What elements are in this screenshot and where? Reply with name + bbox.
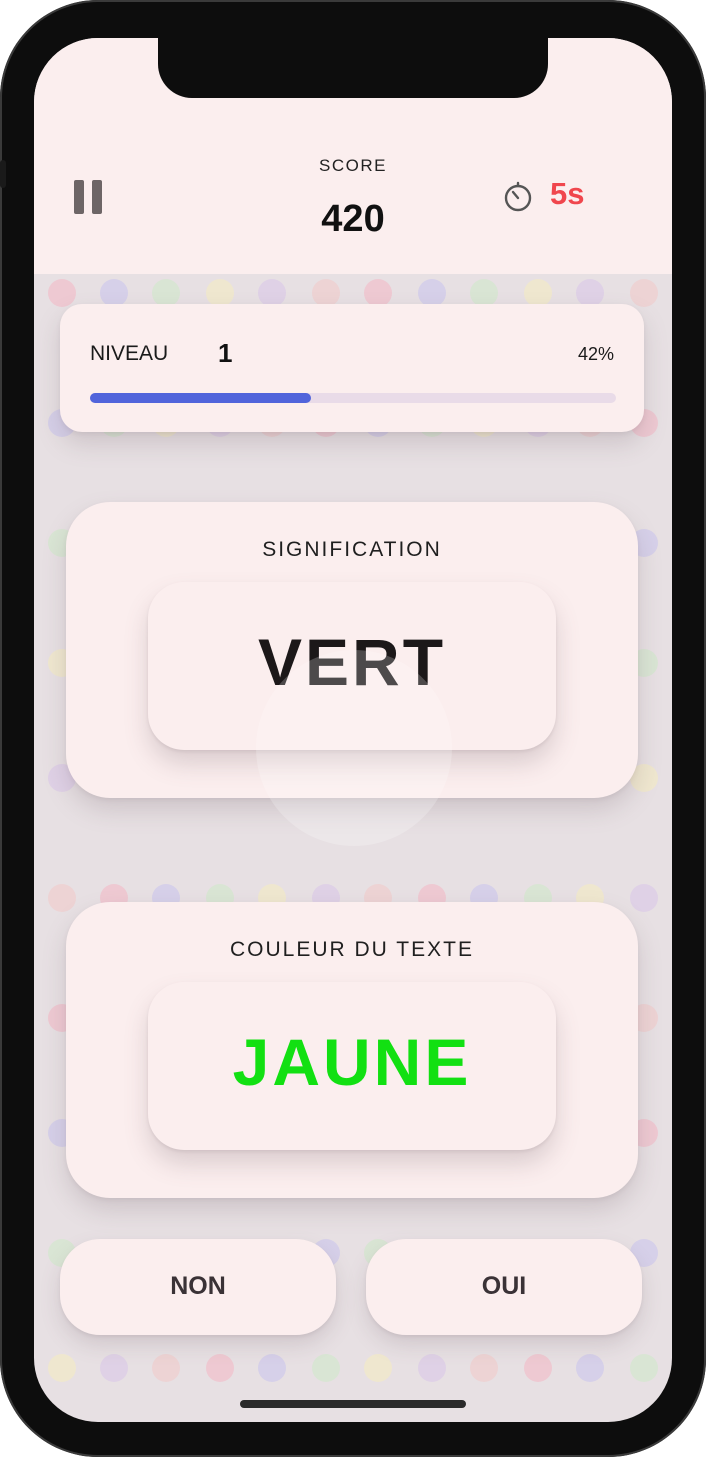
- app-screen: SCORE 420 5s NIVEAU 1 42% SIGNIFICATION …: [34, 38, 672, 1422]
- notch: [158, 38, 548, 98]
- background-dot: [206, 279, 234, 307]
- level-label: NIVEAU: [90, 342, 169, 365]
- text-color-title: COULEUR DU TEXTE: [230, 938, 474, 961]
- background-dot: [524, 279, 552, 307]
- color-word-box: JAUNE: [148, 982, 556, 1150]
- background-dot: [630, 279, 658, 307]
- meaning-title: SIGNIFICATION: [262, 538, 442, 561]
- score-label: SCORE: [319, 156, 387, 175]
- background-dot: [364, 279, 392, 307]
- background-dot: [576, 279, 604, 307]
- background-dot: [312, 1354, 340, 1382]
- background-dot: [630, 884, 658, 912]
- background-dot: [364, 1354, 392, 1382]
- background-dot: [206, 1354, 234, 1382]
- progress-fill: [90, 393, 311, 403]
- background-dot: [576, 1354, 604, 1382]
- home-indicator[interactable]: [240, 1400, 466, 1408]
- stopwatch-icon: [504, 181, 532, 212]
- background-dot: [470, 1354, 498, 1382]
- timer-value: 5s: [550, 176, 585, 211]
- background-dot: [48, 279, 76, 307]
- level-card: NIVEAU 1 42%: [60, 304, 644, 432]
- background-dot: [100, 1354, 128, 1382]
- progress-track: [90, 393, 616, 403]
- progress-percent: 42%: [577, 344, 614, 364]
- background-dot: [418, 279, 446, 307]
- background-dot: [470, 279, 498, 307]
- yes-button[interactable]: OUI: [366, 1239, 642, 1335]
- background-dot: [152, 279, 180, 307]
- touch-ripple: [256, 650, 452, 846]
- side-button: [0, 160, 6, 188]
- background-dot: [258, 279, 286, 307]
- background-dot: [152, 1354, 180, 1382]
- background-dot: [48, 1354, 76, 1382]
- background-dot: [258, 1354, 286, 1382]
- no-button-label: NON: [170, 1272, 226, 1300]
- background-dot: [630, 1354, 658, 1382]
- yes-button-label: OUI: [481, 1272, 527, 1300]
- color-word: JAUNE: [232, 1025, 472, 1099]
- background-dot: [100, 279, 128, 307]
- no-button[interactable]: NON: [60, 1239, 336, 1335]
- text-color-card: COULEUR DU TEXTE JAUNE: [66, 902, 638, 1198]
- level-number: 1: [218, 338, 233, 368]
- background-dot: [48, 884, 76, 912]
- background-dot: [312, 279, 340, 307]
- background-dot: [524, 1354, 552, 1382]
- background-dot: [418, 1354, 446, 1382]
